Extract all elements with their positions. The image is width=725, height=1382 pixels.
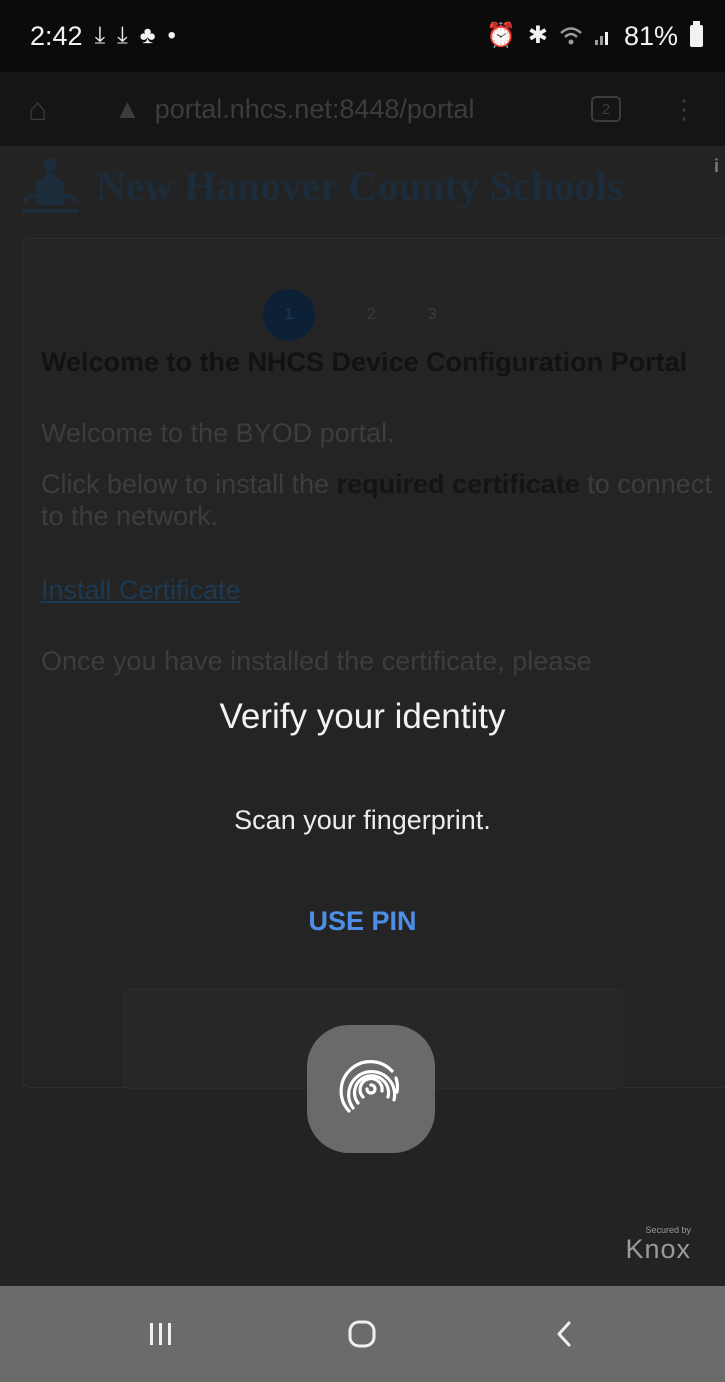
- verify-identity-title: Verify your identity: [219, 697, 506, 736]
- step-3: 3: [427, 306, 437, 323]
- recent-apps-button[interactable]: [111, 1304, 211, 1364]
- intro-text: Welcome to the BYOD portal.: [41, 418, 395, 448]
- back-chevron-icon: [557, 1321, 571, 1347]
- home-button[interactable]: [312, 1304, 412, 1364]
- tab-count-button[interactable]: 2: [591, 96, 621, 122]
- scan-fingerprint-text: Scan your fingerprint.: [234, 805, 491, 835]
- back-button[interactable]: [514, 1304, 614, 1364]
- home-icon[interactable]: ⌂: [28, 91, 88, 128]
- dot-icon: •: [167, 22, 176, 49]
- signal-icon: [594, 32, 608, 45]
- alarm-icon: ⏰: [485, 22, 516, 49]
- address-bar[interactable]: ▲ portal.nhcs.net:8448/portal: [88, 94, 591, 125]
- status-bar-right: ⏰ ✱ 81%: [486, 21, 703, 52]
- knox-logo: Knox: [625, 1234, 691, 1264]
- more-menu-icon[interactable]: ⋮: [671, 94, 697, 125]
- step-1: 1: [263, 289, 315, 341]
- fingerprint-icon: [339, 1060, 399, 1113]
- download-icon: ⤓: [117, 22, 128, 49]
- knox-badge: Secured by Knox: [625, 1225, 691, 1263]
- step-indicator: 1 2 3: [263, 289, 437, 341]
- status-time: 2:42: [30, 20, 83, 51]
- followup-text: Once you have installed the certificate,…: [41, 646, 592, 676]
- bluetooth-icon: ✱: [527, 22, 548, 49]
- navigation-bar: [0, 1286, 725, 1382]
- wifi-icon: [560, 27, 582, 45]
- fingerprint-sensor-button[interactable]: [307, 1025, 435, 1153]
- step-2: 2: [367, 306, 376, 323]
- card-title: Welcome to the NHCS Device Configuration…: [41, 347, 688, 377]
- configuration-card: 1 2 3 Welcome to the NHCS Device Configu…: [22, 238, 725, 1089]
- app-notification-icon: ♣: [139, 22, 156, 49]
- address-text: portal.nhcs.net:8448/portal: [154, 93, 475, 124]
- browser-toolbar: ⌂ ▲ portal.nhcs.net:8448/portal 2 ⋮: [0, 72, 725, 146]
- battery-percent: 81%: [623, 20, 678, 51]
- site-title: New Hanover County Schools: [96, 163, 624, 209]
- warning-icon: ▲: [114, 93, 141, 124]
- site-header: New Hanover County Schools i: [18, 146, 725, 226]
- use-pin-button[interactable]: USE PIN: [0, 906, 725, 937]
- instruction-text: Click below to install the required cert…: [41, 468, 721, 532]
- status-bar: 2:42 ⤓ ⤓ ♣ • ⏰ ✱ 81%: [0, 0, 725, 72]
- battery-icon: [690, 21, 703, 47]
- install-certificate-link[interactable]: Install Certificate: [41, 575, 241, 606]
- download-icon: ⤓: [94, 22, 106, 49]
- info-icon[interactable]: i: [714, 156, 719, 177]
- school-logo-icon: [22, 158, 78, 213]
- recent-apps-icon: [149, 1323, 171, 1345]
- instruction-text-bold: required certificate: [336, 469, 580, 499]
- home-circle-icon: [348, 1320, 376, 1348]
- status-bar-left: 2:42 ⤓ ⤓ ♣ •: [30, 21, 176, 52]
- instruction-text-start: Click below to install the: [41, 469, 337, 499]
